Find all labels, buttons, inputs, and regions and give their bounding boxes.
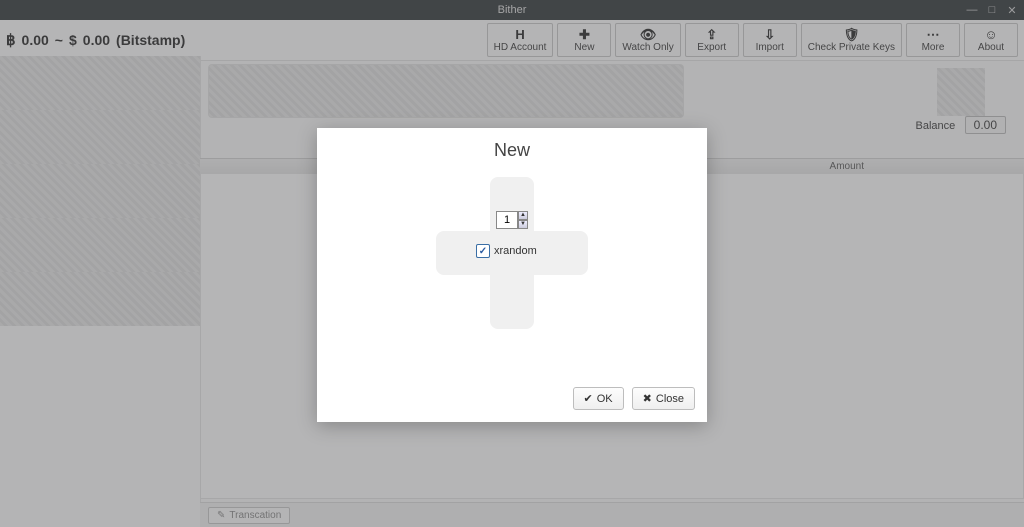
close-button[interactable]: ✖ Close	[632, 387, 695, 410]
spinner-down-button[interactable]: ▼	[518, 220, 528, 229]
count-input[interactable]	[496, 211, 518, 229]
xrandom-label: xrandom	[494, 245, 537, 257]
xrandom-checkbox[interactable]: ✓ xrandom	[476, 244, 537, 258]
checkbox-icon: ✓	[476, 244, 490, 258]
spinner-up-button[interactable]: ▲	[518, 211, 528, 220]
count-spinner[interactable]: ▲ ▼	[496, 211, 528, 229]
close-icon: ✖	[643, 392, 652, 405]
ok-button[interactable]: ✔ OK	[573, 387, 624, 410]
new-dialog: New ▲ ▼ ✓ xrandom ✔ OK ✖	[317, 128, 707, 422]
check-icon: ✔	[584, 392, 593, 405]
plus-graphic: ▲ ▼ ✓ xrandom	[436, 177, 588, 329]
dialog-title: New	[317, 140, 707, 161]
